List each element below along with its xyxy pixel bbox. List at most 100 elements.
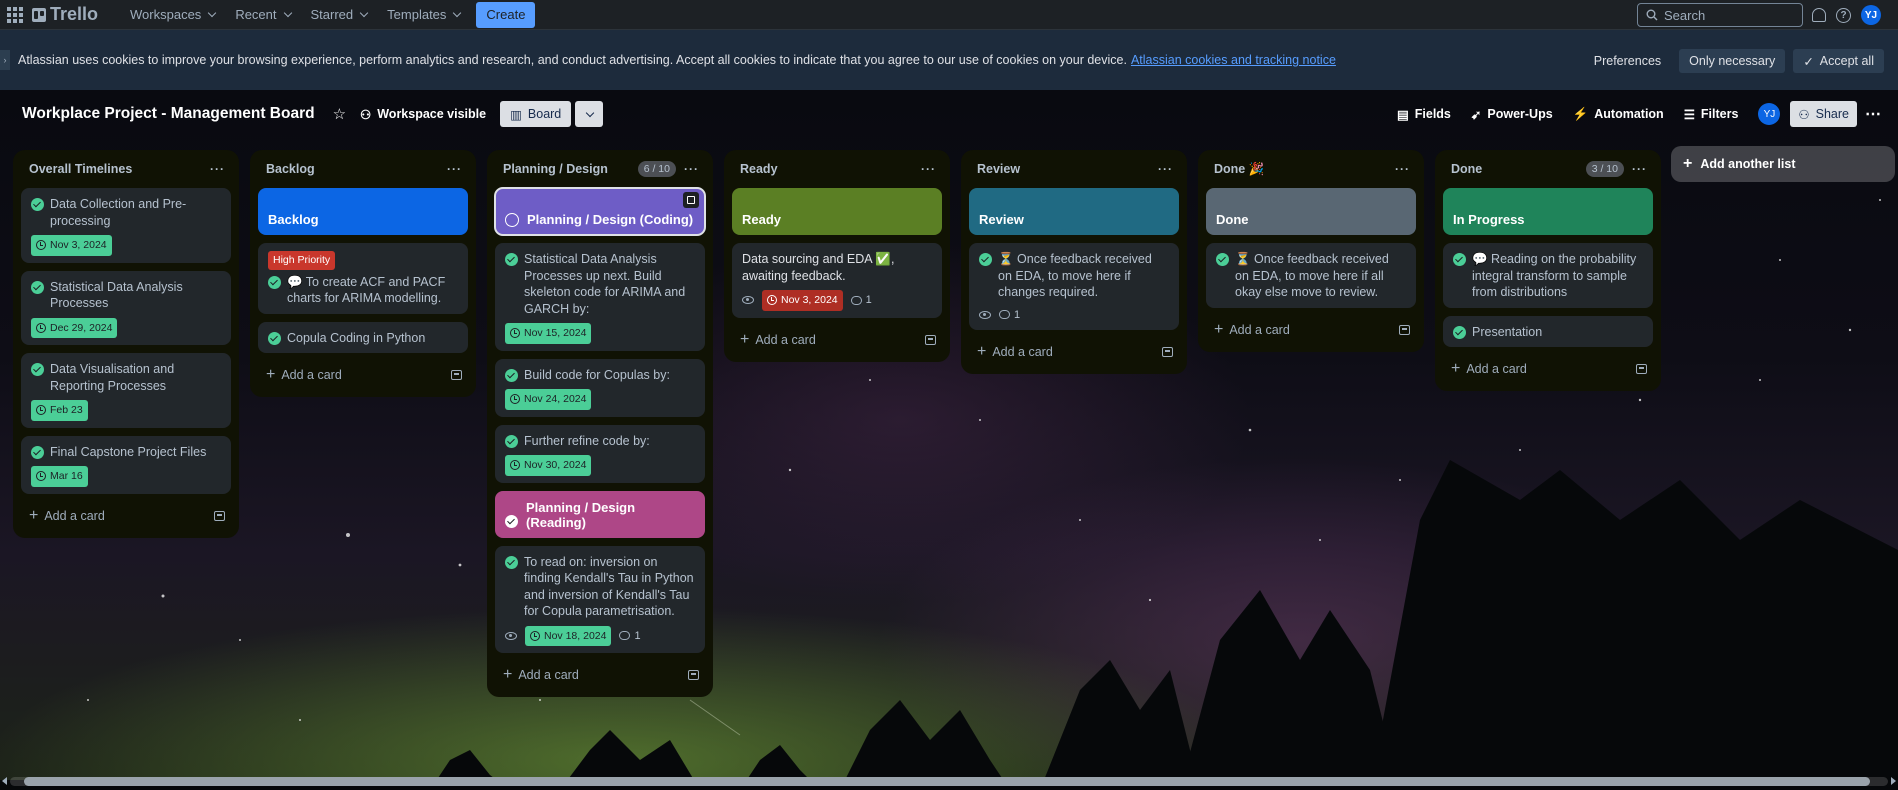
fields-button[interactable]: ▤ Fields [1389, 101, 1459, 127]
share-button[interactable]: ⚇ Share [1790, 101, 1857, 127]
card-template-icon[interactable] [1162, 347, 1173, 357]
search-input[interactable] [1664, 7, 1794, 23]
card[interactable]: Build code for Copulas by: Nov 24, 2024 [495, 358, 705, 417]
list-title[interactable]: Done 🎉 [1214, 162, 1395, 177]
list-title[interactable]: Review [977, 162, 1158, 176]
nav-workspaces[interactable]: Workspaces [120, 2, 225, 28]
card-template-icon[interactable] [214, 510, 225, 521]
add-card-button[interactable]: + Add a card [495, 661, 705, 689]
add-card-button[interactable]: + Add a card [969, 338, 1179, 366]
board-title[interactable]: Workplace Project - Management Board [22, 105, 315, 123]
list-menu-icon[interactable]: ··· [447, 162, 462, 176]
cookie-only-necessary-button[interactable]: Only necessary [1679, 49, 1786, 73]
due-date-badge[interactable]: Nov 24, 2024 [505, 389, 592, 410]
due-date-badge[interactable]: Nov 30, 2024 [505, 455, 592, 476]
card[interactable]: Statistical Data Analysis Processes up n… [495, 243, 705, 351]
list-title[interactable]: Done [1451, 162, 1586, 176]
list-header[interactable]: Review ··· [969, 154, 1179, 184]
nav-recent[interactable]: Recent [225, 2, 300, 28]
list-title[interactable]: Planning / Design [503, 162, 638, 176]
complete-check-icon[interactable] [979, 253, 992, 266]
cookie-preferences-button[interactable]: Preferences [1584, 49, 1671, 73]
complete-check-icon[interactable] [505, 368, 518, 382]
add-card-button[interactable]: + Add a card [1206, 316, 1416, 344]
incomplete-circle-icon[interactable] [505, 213, 519, 227]
card[interactable]: To read on: inversion on finding Kendall… [495, 545, 705, 653]
card[interactable]: Presentation [1443, 315, 1653, 347]
card-template-icon[interactable] [925, 334, 936, 345]
card[interactable]: Data Collection and Pre-processing Nov 3… [21, 188, 231, 263]
due-date-badge[interactable]: Feb 23 [31, 400, 88, 421]
complete-check-icon[interactable] [505, 253, 518, 266]
due-date-badge[interactable]: Mar 16 [31, 466, 88, 487]
scroll-left-icon[interactable] [2, 777, 7, 785]
view-switcher-button[interactable] [575, 101, 604, 127]
cover-card[interactable]: Done [1206, 188, 1416, 235]
cover-card[interactable]: Planning / Design (Reading) [495, 490, 705, 538]
complete-check-icon[interactable] [1453, 325, 1466, 339]
list-header[interactable]: Done 3 / 10 ··· [1443, 154, 1653, 184]
account-avatar[interactable]: YJ [1861, 5, 1881, 25]
complete-check-icon[interactable] [505, 514, 518, 528]
priority-label[interactable]: High Priority [268, 251, 336, 270]
add-card-button[interactable]: + Add a card [732, 326, 942, 354]
complete-check-icon[interactable] [31, 280, 44, 294]
filters-button[interactable]: ☰ Filters [1676, 101, 1747, 127]
complete-check-icon[interactable] [505, 555, 518, 569]
cover-card[interactable]: Backlog [258, 188, 468, 235]
list-header[interactable]: Ready ··· [732, 154, 942, 184]
list-menu-icon[interactable]: ··· [1632, 162, 1647, 176]
card[interactable]: Data Visualisation and Reporting Process… [21, 353, 231, 428]
list-menu-icon[interactable]: ··· [1395, 162, 1410, 176]
cookie-accept-all-button[interactable]: ✓ Accept all [1793, 49, 1884, 73]
list-header[interactable]: Overall Timelines ··· [21, 154, 231, 184]
complete-check-icon[interactable] [268, 331, 281, 345]
nav-templates[interactable]: Templates [377, 2, 470, 28]
list-title[interactable]: Ready [740, 162, 921, 176]
overdue-date-badge[interactable]: Nov 3, 2024 [762, 290, 843, 311]
card-template-icon[interactable] [688, 670, 699, 680]
card-template-icon[interactable] [451, 370, 462, 380]
notifications-bell-icon[interactable] [1812, 8, 1826, 22]
board-view-button[interactable]: ▥ Board [500, 101, 572, 127]
add-card-button[interactable]: + Add a card [1443, 355, 1653, 383]
complete-check-icon[interactable] [31, 445, 44, 459]
card[interactable]: ⏳ Once feedback received on EDA, to move… [969, 243, 1179, 330]
board-menu-icon[interactable]: ⋯ [1861, 104, 1886, 124]
sidebar-expand-icon[interactable]: › [0, 50, 10, 70]
due-date-badge[interactable]: Nov 18, 2024 [525, 625, 612, 646]
list-title[interactable]: Backlog [266, 162, 447, 176]
scrollbar-thumb[interactable] [24, 777, 1870, 786]
card[interactable]: 💬 Reading on the probability integral tr… [1443, 243, 1653, 308]
visibility-button[interactable]: ⚇ Workspace visible [360, 107, 486, 122]
list-menu-icon[interactable]: ··· [1158, 162, 1173, 176]
edit-icon[interactable] [683, 192, 699, 208]
card[interactable]: ⏳ Once feedback received on EDA, to move… [1206, 243, 1416, 308]
due-date-badge[interactable]: Nov 3, 2024 [31, 235, 112, 256]
cover-card[interactable]: Review [969, 188, 1179, 235]
nav-starred[interactable]: Starred [301, 2, 378, 28]
search-box[interactable] [1637, 3, 1803, 27]
trello-logo[interactable]: Trello [32, 4, 98, 25]
card[interactable]: High Priority 💬 To create ACF and PACF c… [258, 243, 468, 314]
list-menu-icon[interactable]: ··· [210, 162, 225, 176]
due-date-badge[interactable]: Nov 15, 2024 [505, 323, 592, 344]
add-list-button[interactable]: + Add another list [1671, 146, 1895, 182]
card[interactable]: Data sourcing and EDA ✅, awaiting feedba… [732, 243, 942, 318]
complete-check-icon[interactable] [31, 363, 44, 376]
complete-check-icon[interactable] [31, 198, 44, 211]
cover-card[interactable]: Planning / Design (Coding) [494, 187, 706, 236]
list-menu-icon[interactable]: ··· [921, 162, 936, 176]
cookie-notice-link[interactable]: Atlassian cookies and tracking notice [1131, 53, 1336, 67]
list-title[interactable]: Overall Timelines [29, 162, 210, 176]
list-header[interactable]: Planning / Design 6 / 10 ··· [495, 154, 705, 184]
scroll-right-icon[interactable] [1891, 777, 1896, 785]
complete-check-icon[interactable] [268, 275, 281, 289]
card[interactable]: Further refine code by: Nov 30, 2024 [495, 424, 705, 483]
cover-card[interactable]: In Progress [1443, 188, 1653, 235]
app-switcher-icon[interactable] [6, 6, 24, 24]
create-button[interactable]: Create [476, 1, 536, 28]
list-menu-icon[interactable]: ··· [684, 162, 699, 176]
card[interactable]: Final Capstone Project Files Mar 16 [21, 435, 231, 494]
member-avatar[interactable]: YJ [1758, 103, 1781, 125]
